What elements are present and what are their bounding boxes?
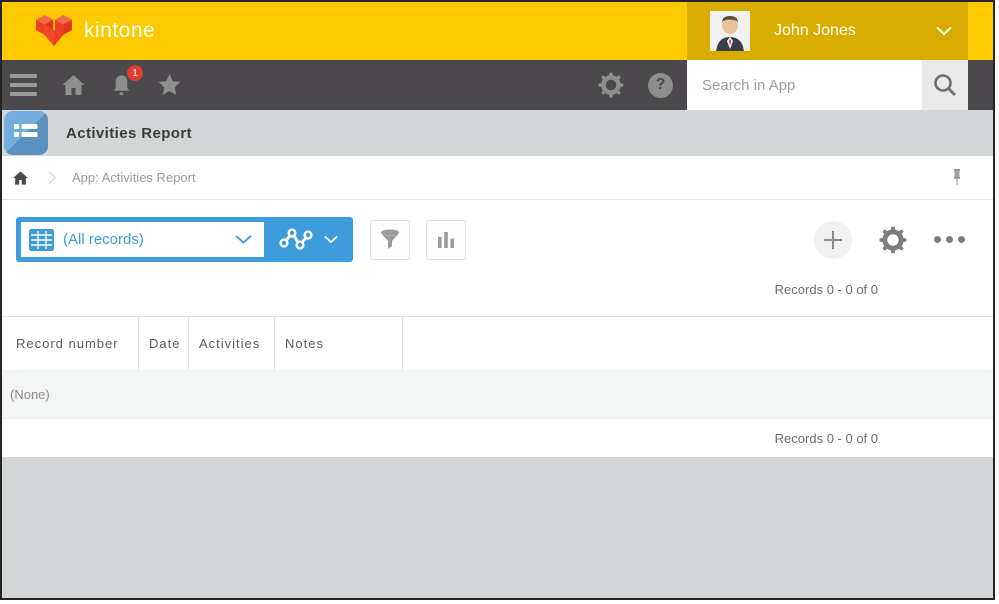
view-switcher: (All records) bbox=[16, 217, 353, 262]
top-bar: kintone John Jones bbox=[2, 2, 993, 60]
records-count-label: Records 0 - 0 of 0 bbox=[775, 282, 878, 297]
favorites-star-icon[interactable] bbox=[157, 73, 182, 97]
kintone-logo-icon bbox=[35, 14, 73, 48]
pin-icon[interactable] bbox=[951, 167, 963, 189]
column-header-date[interactable]: Date bbox=[139, 317, 189, 370]
search-input[interactable] bbox=[687, 60, 922, 110]
breadcrumb-separator-icon bbox=[43, 171, 56, 184]
add-record-button[interactable] bbox=[814, 221, 852, 259]
breadcrumb: App: Activities Report bbox=[2, 156, 993, 200]
search-icon bbox=[932, 72, 958, 98]
bar-chart-icon bbox=[435, 229, 457, 251]
chevron-down-icon bbox=[235, 234, 252, 245]
help-icon[interactable]: ? bbox=[648, 73, 673, 98]
graph-menu-button[interactable] bbox=[264, 217, 353, 262]
brand[interactable]: kintone bbox=[2, 14, 155, 48]
records-count-top: Records 0 - 0 of 0 bbox=[2, 262, 993, 316]
app-header: Activities Report bbox=[2, 110, 993, 156]
app-icon bbox=[4, 111, 48, 155]
filter-button[interactable] bbox=[370, 220, 410, 260]
records-count-bottom: Records 0 - 0 of 0 bbox=[2, 419, 993, 457]
home-icon[interactable] bbox=[61, 73, 86, 97]
list-toolbar: (All records) bbox=[2, 200, 993, 262]
user-name: John Jones bbox=[774, 22, 936, 40]
brand-name: kintone bbox=[84, 19, 155, 43]
breadcrumb-app-label[interactable]: App: Activities Report bbox=[72, 170, 196, 185]
page-title: Activities Report bbox=[66, 125, 192, 142]
user-menu[interactable]: John Jones bbox=[687, 2, 968, 60]
user-avatar bbox=[710, 11, 750, 51]
line-graph-icon bbox=[279, 227, 315, 253]
nav-right-group: ? bbox=[598, 60, 993, 110]
notifications-bell-icon[interactable]: 1 bbox=[110, 73, 133, 97]
page-footer-area bbox=[2, 457, 993, 598]
search-button[interactable] bbox=[922, 60, 968, 110]
selected-view-label: (All records) bbox=[63, 231, 235, 248]
record-list-area: (All records) bbox=[2, 200, 993, 457]
view-select-dropdown[interactable]: (All records) bbox=[21, 222, 264, 257]
app-search bbox=[687, 60, 968, 110]
chevron-down-icon bbox=[324, 235, 338, 244]
notification-badge: 1 bbox=[127, 65, 143, 81]
table-view-icon bbox=[29, 229, 54, 251]
column-header-record-number[interactable]: Record number bbox=[2, 317, 139, 370]
empty-placeholder: (None) bbox=[10, 387, 50, 402]
filter-funnel-icon bbox=[378, 228, 402, 252]
column-header-activities[interactable]: Activities bbox=[189, 317, 275, 370]
table-header-row: Record number Date Activities Notes bbox=[2, 317, 993, 370]
app-settings-gear-icon[interactable] bbox=[879, 226, 907, 254]
chevron-down-icon bbox=[936, 26, 952, 36]
kintone-app-window: kintone John Jones bbox=[0, 0, 995, 600]
more-options-ellipsis-icon[interactable] bbox=[934, 232, 965, 247]
column-header-notes[interactable]: Notes bbox=[275, 317, 403, 370]
plus-icon bbox=[822, 229, 844, 251]
global-nav-bar: 1 ? bbox=[2, 60, 993, 110]
empty-table-row: (None) bbox=[2, 370, 993, 419]
settings-gear-icon[interactable] bbox=[598, 72, 624, 98]
records-count-label: Records 0 - 0 of 0 bbox=[775, 431, 878, 446]
toolbar-right-group bbox=[814, 221, 965, 259]
records-table: Record number Date Activities Notes (Non… bbox=[2, 316, 993, 419]
hamburger-menu-icon[interactable] bbox=[10, 74, 37, 96]
breadcrumb-home-icon[interactable] bbox=[12, 170, 29, 186]
chart-button[interactable] bbox=[426, 220, 466, 260]
